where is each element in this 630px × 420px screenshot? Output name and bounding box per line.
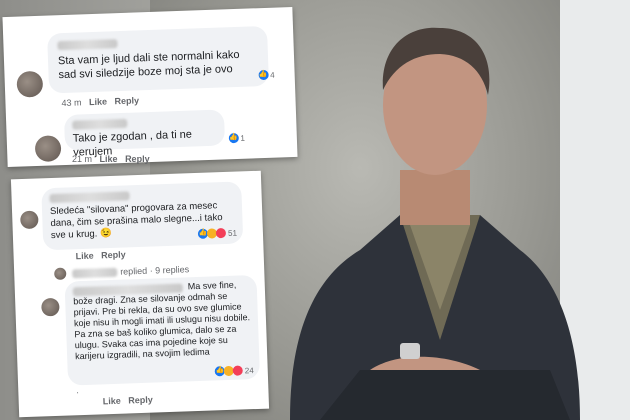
comment-bubble: Sta vam je ljud dali ste normalni kako s… <box>47 25 275 94</box>
reply-button[interactable]: Reply <box>128 395 153 406</box>
avatar <box>20 210 39 230</box>
like-button[interactable]: Like <box>75 251 93 262</box>
comment-trailing-dot: . <box>76 385 80 396</box>
comment-meta: 21 m Like Reply <box>72 154 150 164</box>
like-button[interactable]: Like <box>103 396 121 407</box>
comment-bubble: Tako je zgodan , da ti ne verujem 👍 1 <box>63 109 245 158</box>
comment-meta: Like Reply <box>75 249 125 261</box>
thumbs-up-icon: 👍 <box>258 69 269 81</box>
comments-card-bottom: Sledeća "silovana" progovara za mesec da… <box>10 170 270 418</box>
blurred-username <box>49 191 130 204</box>
blurred-username <box>72 118 128 130</box>
comment-meta: Like Reply <box>103 395 153 407</box>
reply-button[interactable]: Reply <box>101 249 126 260</box>
man-portrait <box>290 27 580 420</box>
reaction-count[interactable]: 👍 24 <box>214 365 254 377</box>
avatar <box>54 267 67 280</box>
comment-bubble: Ma sve fine, bože dragi. Zna se silovanj… <box>64 274 261 386</box>
reaction-count[interactable]: 👍 51 <box>197 227 237 239</box>
thumbs-up-icon: 👍 <box>228 132 239 144</box>
comment-meta: 43 m Like Reply <box>61 95 140 109</box>
reply-button[interactable]: Reply <box>114 95 139 106</box>
comments-card-top: Sta vam je ljud dali ste normalni kako s… <box>2 6 298 168</box>
avatar <box>16 70 44 98</box>
comment-text: Ma sve fine, bože dragi. Zna se silovanj… <box>73 279 251 362</box>
avatar <box>41 297 60 317</box>
reaction-count[interactable]: 👍 4 <box>258 69 275 81</box>
avatar <box>34 135 62 163</box>
like-button[interactable]: Like <box>89 97 107 108</box>
view-replies-link[interactable]: replied · 9 replies <box>120 264 189 276</box>
blurred-username <box>72 267 118 279</box>
heart-icon <box>232 365 243 376</box>
blurred-username <box>57 39 118 51</box>
comment-text: Sta vam je ljud dali ste normalni kako s… <box>57 48 240 81</box>
reaction-count[interactable]: 👍 1 <box>228 132 245 144</box>
reply-button[interactable]: Reply <box>125 154 150 164</box>
like-button[interactable]: Like <box>100 154 118 164</box>
heart-icon <box>215 227 227 239</box>
comment-bubble: Sledeća "silovana" progovara za mesec da… <box>41 181 244 251</box>
